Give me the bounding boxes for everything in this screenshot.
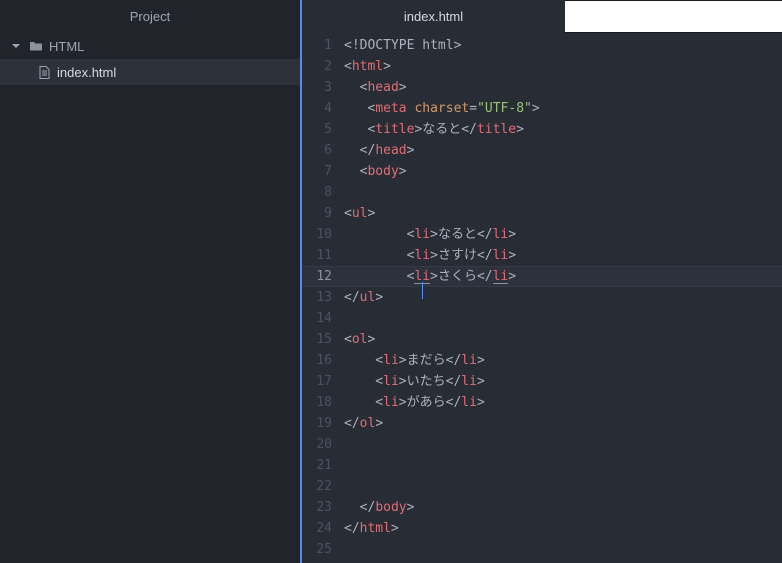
code-line-16[interactable]: 16 <li>まだら</li> bbox=[302, 350, 782, 371]
code-line-1[interactable]: 1 <!DOCTYPE html> bbox=[302, 35, 782, 56]
line-number: 16 bbox=[316, 353, 332, 368]
file-tree: HTML index.html bbox=[0, 33, 300, 85]
code-line-4[interactable]: 4 <meta charset="UTF-8"> bbox=[302, 98, 782, 119]
code-line-14[interactable]: 14 bbox=[302, 308, 782, 329]
tab-bar: index.html bbox=[302, 0, 782, 33]
tree-folder-label: HTML bbox=[49, 38, 85, 54]
line-number: 3 bbox=[324, 80, 332, 95]
code-text: <!DOCTYPE html> bbox=[344, 38, 462, 53]
code-line-7[interactable]: 7 <body> bbox=[302, 161, 782, 182]
line-number: 12 bbox=[316, 269, 332, 284]
line-number: 13 bbox=[316, 290, 332, 305]
line-number: 18 bbox=[316, 395, 332, 410]
editor-pane: index.html 1 <!DOCTYPE html> 2 <html> 3 <hea… bbox=[302, 0, 782, 563]
code-text: </ol> bbox=[344, 416, 384, 431]
line-number: 23 bbox=[316, 500, 332, 515]
code-line-25[interactable]: 25 bbox=[302, 539, 782, 560]
line-number: 14 bbox=[316, 311, 332, 326]
tree-folder-html[interactable]: HTML bbox=[0, 33, 300, 59]
code-text: <li>なると</li> bbox=[344, 227, 517, 242]
code-line-19[interactable]: 19 </ol> bbox=[302, 413, 782, 434]
code-line-23[interactable]: 23 </body> bbox=[302, 497, 782, 518]
code-text: <li>さくら</li> bbox=[344, 269, 517, 299]
code-text: <html> bbox=[344, 59, 391, 74]
line-number: 20 bbox=[316, 437, 332, 452]
code-text: </ul> bbox=[344, 290, 384, 305]
line-number: 25 bbox=[316, 542, 332, 557]
code-text: <li>いたち</li> bbox=[344, 374, 485, 389]
line-number: 8 bbox=[324, 185, 332, 200]
code-text: <meta charset="UTF-8"> bbox=[344, 101, 540, 116]
line-number: 17 bbox=[316, 374, 332, 389]
tree-file-label: index.html bbox=[57, 64, 117, 80]
line-number: 10 bbox=[316, 227, 332, 242]
tabbar-empty-area bbox=[565, 0, 782, 33]
line-number: 22 bbox=[316, 479, 332, 494]
code-line-8[interactable]: 8 bbox=[302, 182, 782, 203]
line-number: 21 bbox=[316, 458, 332, 473]
code-text: <body> bbox=[344, 164, 407, 179]
tab-index-html[interactable]: index.html bbox=[302, 0, 565, 33]
line-number: 5 bbox=[324, 122, 332, 137]
tab-label: index.html bbox=[403, 9, 464, 24]
line-number: 7 bbox=[324, 164, 332, 179]
code-text: <ol> bbox=[344, 332, 376, 347]
line-number: 2 bbox=[324, 59, 332, 74]
code-line-17[interactable]: 17 <li>いたち</li> bbox=[302, 371, 782, 392]
code-line-10[interactable]: 10 <li>なると</li> bbox=[302, 224, 782, 245]
code-line-13[interactable]: 13 </ul> bbox=[302, 287, 782, 308]
code-line-18[interactable]: 18 <li>があら</li> bbox=[302, 392, 782, 413]
code-line-9[interactable]: 9 <ul> bbox=[302, 203, 782, 224]
code-text: <ul> bbox=[344, 206, 376, 221]
line-number: 15 bbox=[316, 332, 332, 347]
line-number: 19 bbox=[316, 416, 332, 431]
code-text: <li>さすけ</li> bbox=[344, 248, 517, 263]
code-line-21[interactable]: 21 bbox=[302, 455, 782, 476]
code-line-22[interactable]: 22 bbox=[302, 476, 782, 497]
code-line-11[interactable]: 11 <li>さすけ</li> bbox=[302, 245, 782, 266]
line-number: 1 bbox=[324, 38, 332, 53]
sidebar-title: Project bbox=[129, 9, 171, 24]
code-text: <li>があら</li> bbox=[344, 395, 485, 410]
code-line-24[interactable]: 24 </html> bbox=[302, 518, 782, 539]
code-line-3[interactable]: 3 <head> bbox=[302, 77, 782, 98]
chevron-down-icon bbox=[9, 39, 23, 53]
code-text: <title>なると</title> bbox=[344, 122, 524, 137]
code-line-15[interactable]: 15 <ol> bbox=[302, 329, 782, 350]
code-text: </body> bbox=[344, 500, 415, 515]
folder-icon bbox=[29, 39, 43, 53]
code-lines-container: 1 <!DOCTYPE html> 2 <html> 3 <head> 4 <meta c… bbox=[302, 35, 782, 560]
code-line-2[interactable]: 2 <html> bbox=[302, 56, 782, 77]
code-text: </head> bbox=[344, 143, 415, 158]
code-text: <li>まだら</li> bbox=[344, 353, 485, 368]
code-line-6[interactable]: 6 </head> bbox=[302, 140, 782, 161]
code-editor[interactable]: 1 <!DOCTYPE html> 2 <html> 3 <head> 4 <meta c… bbox=[302, 33, 782, 563]
code-line-5[interactable]: 5 <title>なると</title> bbox=[302, 119, 782, 140]
line-number: 6 bbox=[324, 143, 332, 158]
editor-window: Project HTML index.html index.html 1 <!D… bbox=[0, 0, 782, 563]
project-sidebar: Project HTML index.html bbox=[0, 0, 300, 563]
code-text: </html> bbox=[344, 521, 399, 536]
code-line-12[interactable]: 12 <li>さくら</li> bbox=[302, 266, 782, 299]
code-line-20[interactable]: 20 bbox=[302, 434, 782, 455]
tree-file-index-html[interactable]: index.html bbox=[0, 59, 300, 85]
line-number: 4 bbox=[324, 101, 332, 116]
code-text: <head> bbox=[344, 80, 407, 95]
line-number: 24 bbox=[316, 521, 332, 536]
line-number: 9 bbox=[324, 206, 332, 221]
file-icon bbox=[37, 65, 51, 79]
line-number: 11 bbox=[316, 248, 332, 263]
